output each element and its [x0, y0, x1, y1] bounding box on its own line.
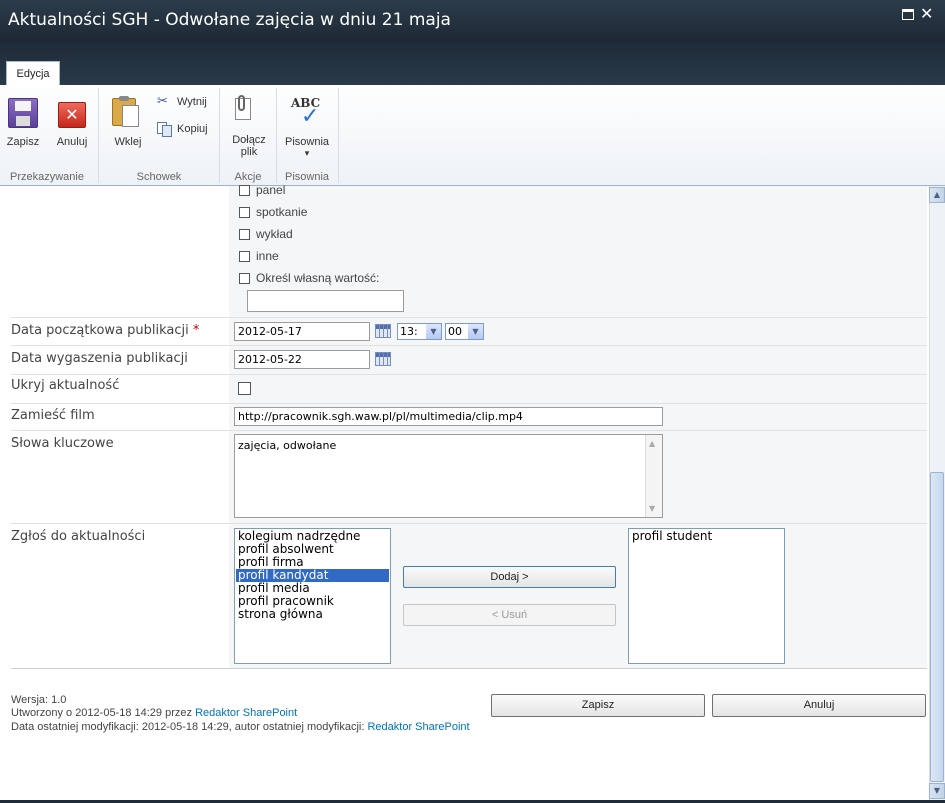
calendar-icon[interactable] [375, 324, 391, 338]
keywords-text: zajęcia, odwołane [238, 439, 337, 452]
ribbon-spelling-button[interactable]: ABC ✓ Pisownia ▾ [280, 96, 334, 162]
group-label-commit: Przekazywanie [10, 171, 84, 183]
tab-edit[interactable]: Edycja [6, 61, 60, 86]
scroll-up-button[interactable]: ▲ [929, 187, 945, 203]
cancel-icon: ✕ [58, 102, 86, 128]
choice-checkbox[interactable] [239, 207, 250, 218]
dialog-title: Aktualności SGH - Odwołane zajęcia w dni… [8, 10, 451, 30]
video-label: Zamieść film [11, 408, 95, 423]
ribbon-separator [338, 88, 339, 183]
choice-item-custom[interactable]: Określ własną wartość: [239, 270, 409, 286]
cancel-button[interactable]: Anuluj [712, 694, 926, 717]
row-divider [11, 523, 927, 524]
choice-checkbox[interactable] [239, 251, 250, 262]
ribbon-paste-button[interactable]: Wklej [108, 96, 148, 152]
save-icon [8, 98, 38, 128]
hide-checkbox[interactable] [238, 382, 251, 395]
row-divider [11, 317, 927, 318]
video-url-input[interactable] [234, 407, 663, 426]
ribbon-cut-button[interactable]: ✂ Wytnij [155, 94, 215, 112]
start-hour-select[interactable]: 13: ▼ [397, 323, 442, 340]
chevron-down-icon: ▼ [468, 324, 483, 339]
modified-by-link[interactable]: Redaktor SharePoint [367, 721, 469, 733]
paste-icon [112, 96, 139, 127]
required-marker: * [192, 323, 200, 338]
custom-choice-label: Określ własną wartość: [256, 271, 380, 285]
row-divider [11, 668, 927, 669]
add-button[interactable]: Dodaj > [403, 566, 616, 588]
attach-icon [235, 95, 251, 120]
ribbon-separator [219, 88, 220, 183]
ribbon-cancel-button[interactable]: ✕ Anuluj [52, 96, 92, 152]
ribbon-save-label: Zapisz [6, 136, 40, 148]
choice-item-panel[interactable]: panel [239, 182, 389, 198]
end-date-input[interactable] [234, 350, 370, 369]
ribbon-tab-strip [0, 42, 945, 85]
spelling-icon: ABC ✓ [291, 96, 321, 129]
chevron-down-icon: ▼ [426, 324, 441, 339]
ribbon-copy-label: Kopiuj [177, 123, 208, 135]
start-minute-select[interactable]: 00 ▼ [445, 323, 484, 340]
submit-to-label: Zgłoś do aktualności [11, 529, 146, 544]
scissors-icon: ✂ [157, 94, 168, 109]
choice-item-inne[interactable]: inne [239, 248, 389, 264]
row-divider [11, 345, 927, 346]
ribbon-cut-label: Wytnij [177, 96, 207, 108]
group-label-clipboard: Schowek [136, 171, 182, 183]
spelling-dropdown-arrow[interactable]: ▾ [280, 148, 334, 159]
end-date-label: Data wygaszenia publikacji [11, 351, 188, 366]
version-text: Wersja: 1.0 [11, 694, 67, 706]
choice-label: panel [256, 183, 286, 197]
hide-label: Ukryj aktualność [11, 378, 120, 393]
ribbon-copy-button[interactable]: Kopiuj [155, 120, 215, 138]
created-info: Utworzony o 2012-05-18 14:29 przez Redak… [11, 707, 298, 719]
ribbon-separator [276, 88, 277, 183]
modified-info: Data ostatniej modyfikacji: 2012-05-18 1… [11, 721, 470, 733]
keywords-label: Słowa kluczowe [11, 436, 114, 451]
scroll-down-button[interactable]: ▼ [929, 783, 945, 799]
textarea-scrollbar[interactable]: ▲ ▼ [645, 435, 662, 517]
list-item[interactable]: profil student [630, 530, 783, 543]
save-button[interactable]: Zapisz [491, 694, 705, 717]
available-list[interactable]: kolegium nadrzędne profil absolwent prof… [234, 528, 391, 664]
ribbon-attach-label-2: plik [240, 146, 258, 158]
choice-item-spotkanie[interactable]: spotkanie [239, 204, 389, 220]
ribbon-paste-label: Wklej [114, 136, 142, 148]
choice-label: inne [256, 249, 279, 263]
list-item[interactable]: strona główna [236, 608, 389, 621]
choice-checkbox[interactable] [239, 185, 250, 196]
calendar-icon[interactable] [375, 352, 391, 366]
row-divider [11, 430, 927, 431]
maximize-icon[interactable] [902, 9, 914, 20]
remove-button[interactable]: < Usuń [403, 604, 616, 626]
created-by-link[interactable]: Redaktor SharePoint [195, 707, 297, 719]
choice-checkbox[interactable] [239, 229, 250, 240]
ribbon-save-button[interactable]: Zapisz [4, 96, 42, 152]
chosen-list[interactable]: profil student [628, 528, 785, 664]
ribbon-attach-file-button[interactable]: Dołącz plik [225, 95, 273, 160]
ribbon-cancel-label: Anuluj [56, 136, 88, 148]
choice-item-wyklad[interactable]: wykład [239, 226, 389, 242]
start-date-input[interactable] [234, 322, 370, 341]
choice-label: spotkanie [256, 205, 308, 219]
ribbon-spelling-label: Pisownia [284, 136, 330, 148]
keywords-textarea[interactable]: zajęcia, odwołane ▲ ▼ [234, 434, 663, 518]
ribbon-attach-label-1: Dołącz [232, 134, 266, 146]
row-divider [11, 403, 927, 404]
scroll-thumb[interactable] [930, 472, 944, 782]
choice-checkbox[interactable] [239, 273, 250, 284]
ribbon-separator [98, 88, 99, 183]
close-icon[interactable]: ✕ [920, 4, 933, 23]
custom-choice-input[interactable] [247, 290, 404, 312]
row-divider [11, 374, 927, 375]
start-date-label: Data początkowa publikacji * [11, 323, 200, 338]
choice-label: wykład [256, 227, 293, 241]
